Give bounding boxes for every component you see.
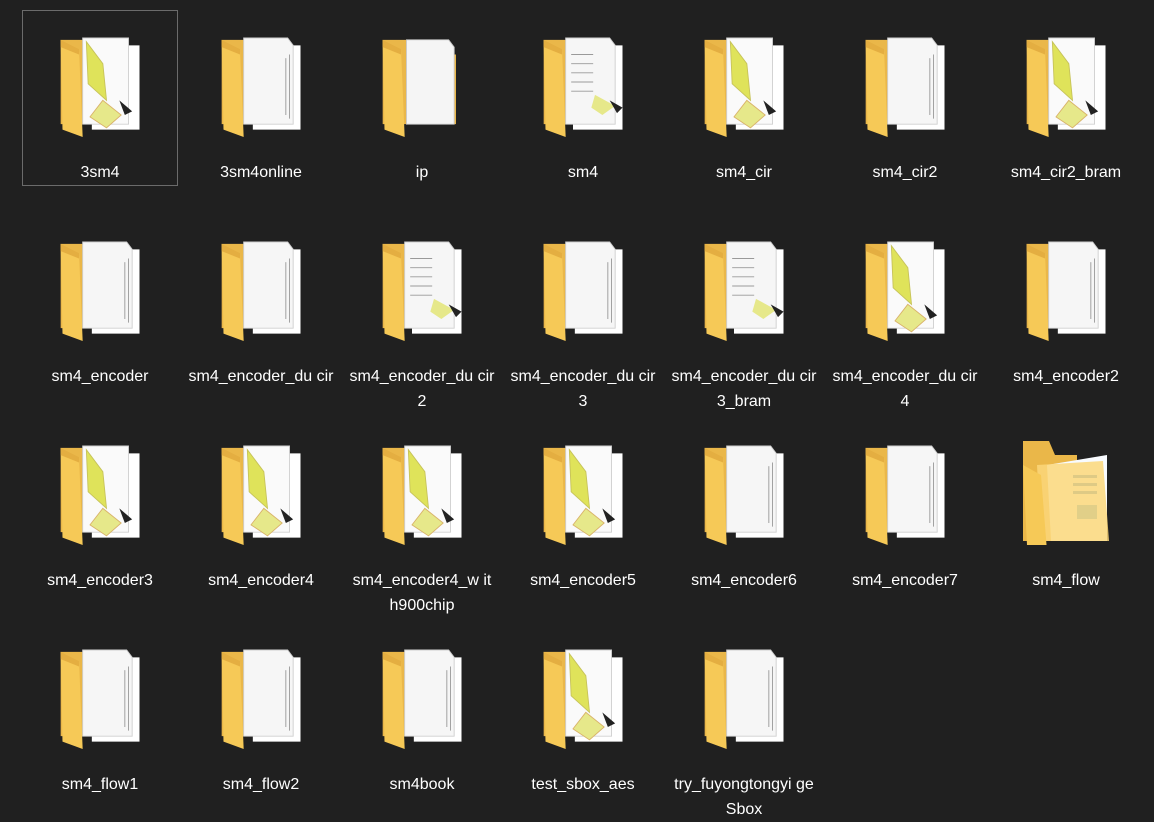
folder-item[interactable]: sm4_encoder3 <box>22 418 178 594</box>
folder-icon <box>543 37 623 137</box>
folder-item[interactable]: sm4_encoder5 <box>505 418 661 594</box>
folder-icon <box>382 445 462 545</box>
folder-item[interactable]: sm4_encoder4_w ith900chip <box>344 418 500 614</box>
folder-icon <box>60 649 140 749</box>
folder-icon <box>382 649 462 749</box>
folder-item[interactable]: sm4_encoder_du cir4 <box>827 214 983 410</box>
folder-icon <box>382 241 462 341</box>
folder-label: sm4_encoder_du cir4 <box>832 368 978 410</box>
folder-item[interactable]: sm4_flow <box>988 418 1144 594</box>
folder-label: sm4book <box>389 776 455 793</box>
folder-item[interactable]: sm4_encoder4 <box>183 418 339 594</box>
folder-label: sm4_cir2_bram <box>1010 164 1122 181</box>
folder-icon <box>865 241 945 341</box>
folder-label: try_fuyongtongyi geSbox <box>674 776 814 818</box>
folder-label: sm4_encoder7 <box>852 572 958 589</box>
folder-icon <box>704 37 784 137</box>
folder-item[interactable]: ip <box>344 10 500 186</box>
folder-icon <box>704 241 784 341</box>
folder-label: sm4_flow <box>1032 572 1100 589</box>
folder-item[interactable]: sm4 <box>505 10 661 186</box>
folder-label: sm4_encoder4 <box>208 572 314 589</box>
folder-label: test_sbox_aes <box>531 776 635 793</box>
folder-label: sm4_encoder2 <box>1013 368 1119 385</box>
folder-label: sm4_encoder_du cir3_bram <box>671 368 817 410</box>
folder-item[interactable]: sm4_flow1 <box>22 622 178 798</box>
folder-item[interactable]: sm4_encoder_du cir3_bram <box>666 214 822 410</box>
folder-label: sm4_cir2 <box>872 164 938 181</box>
folder-item[interactable]: sm4_encoder7 <box>827 418 983 594</box>
folder-item[interactable]: sm4book <box>344 622 500 798</box>
folder-item[interactable]: sm4_encoder_du cir3 <box>505 214 661 410</box>
folder-label: 3sm4online <box>220 164 302 181</box>
folder-icon <box>543 445 623 545</box>
folder-icon <box>221 649 301 749</box>
folder-label: ip <box>415 164 429 181</box>
folder-icon <box>221 37 301 137</box>
folder-item[interactable]: sm4_cir2_bram <box>988 10 1144 186</box>
folder-label: sm4_encoder <box>51 368 149 385</box>
folder-icon <box>1026 37 1106 137</box>
folder-icon <box>543 649 623 749</box>
folder-label: sm4_cir <box>715 164 772 181</box>
folder-item[interactable]: sm4_cir <box>666 10 822 186</box>
folder-icon <box>221 445 301 545</box>
folder-icon <box>1026 241 1106 341</box>
folder-icon <box>382 39 456 137</box>
folder-icon <box>221 241 301 341</box>
folder-item[interactable]: try_fuyongtongyi geSbox <box>666 622 822 818</box>
folder-item[interactable]: sm4_encoder6 <box>666 418 822 594</box>
folder-icon <box>60 37 140 137</box>
folder-label: sm4_encoder4_w ith900chip <box>352 572 492 614</box>
folder-icon <box>60 445 140 545</box>
folder-icon <box>865 37 945 137</box>
folder-label: sm4_encoder_du cir3 <box>510 368 656 410</box>
folder-icon <box>704 445 784 545</box>
folder-grid: 3sm4 3sm4online ip sm4 sm4_cir sm4_cir2 … <box>0 0 1154 818</box>
folder-item[interactable]: test_sbox_aes <box>505 622 661 798</box>
folder-item[interactable]: sm4_encoder2 <box>988 214 1144 390</box>
folder-label: sm4_encoder5 <box>530 572 636 589</box>
folder-label: sm4 <box>567 164 599 181</box>
folder-item[interactable]: 3sm4online <box>183 10 339 186</box>
folder-item[interactable]: sm4_encoder_du cir2 <box>344 214 500 410</box>
folder-label: sm4_encoder_du cir2 <box>349 368 495 410</box>
folder-item[interactable]: 3sm4 <box>22 10 178 186</box>
folder-icon <box>865 445 945 545</box>
folder-label: sm4_encoder6 <box>691 572 797 589</box>
folder-item[interactable]: sm4_cir2 <box>827 10 983 186</box>
folder-label: 3sm4 <box>80 164 120 181</box>
folder-icon <box>704 649 784 749</box>
folder-label: sm4_flow2 <box>222 776 300 793</box>
folder-icon <box>60 241 140 341</box>
folder-item[interactable]: sm4_flow2 <box>183 622 339 798</box>
folder-label: sm4_encoder_du cir <box>188 368 334 385</box>
folder-icon <box>543 241 623 341</box>
open-folder-icon <box>1023 441 1109 545</box>
folder-label: sm4_encoder3 <box>47 572 153 589</box>
folder-item[interactable]: sm4_encoder <box>22 214 178 390</box>
folder-item[interactable]: sm4_encoder_du cir <box>183 214 339 390</box>
folder-label: sm4_flow1 <box>61 776 139 793</box>
